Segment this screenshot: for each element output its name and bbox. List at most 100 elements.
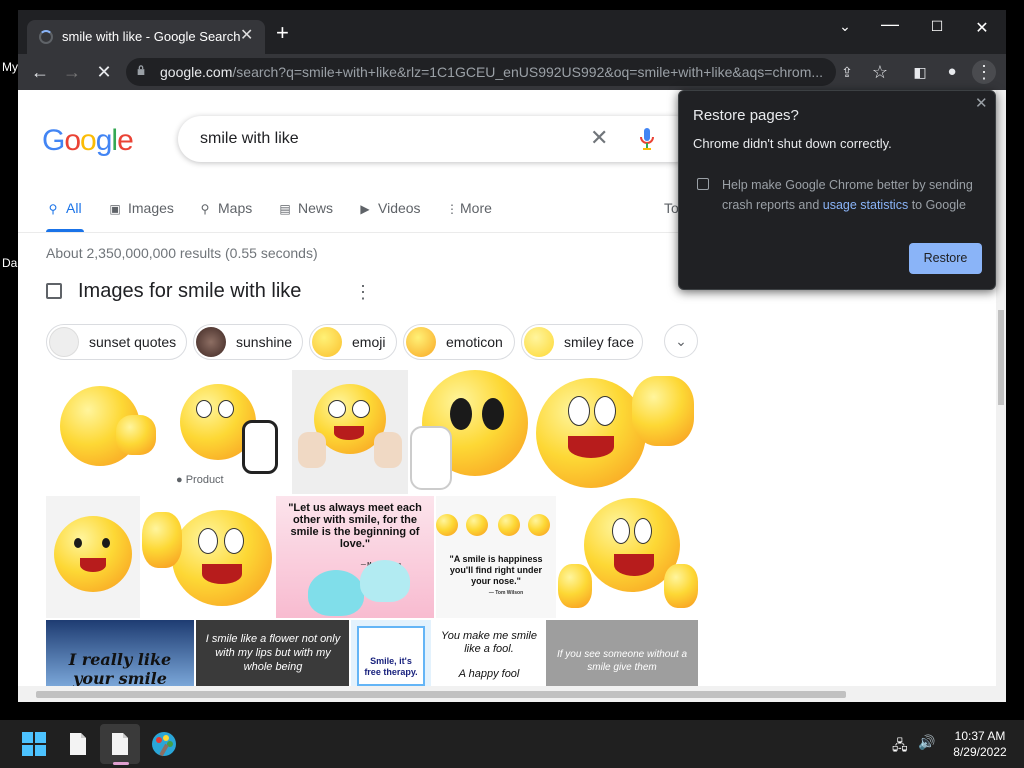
share-icon[interactable]: ⇪ [835, 60, 859, 84]
image-result[interactable]: "Let us always meet each other with smil… [276, 496, 434, 618]
chip-smiley-face[interactable]: smiley face [521, 324, 643, 360]
tab-videos[interactable]: ▶ Videos [358, 200, 420, 216]
images-heading-text[interactable]: Images for smile with like [78, 280, 301, 303]
start-windows-icon[interactable] [20, 730, 48, 758]
browser-toolbar: ← → ✕ google.com/search?q=smile+with+lik… [18, 54, 1006, 90]
quote-text: "Let us always meet each other with smil… [288, 502, 422, 550]
thumb-image [242, 420, 278, 474]
hand [374, 432, 402, 468]
chip-thumbnail [49, 327, 79, 357]
restore-button[interactable]: Restore [909, 243, 982, 274]
image-result[interactable]: If you see someone without a smile give … [546, 620, 698, 686]
maximize-button[interactable]: ☐ [925, 18, 949, 35]
eye [612, 518, 630, 544]
horizontal-scrollbar[interactable] [18, 686, 1006, 702]
image-result[interactable]: "A smile is happiness you'll find right … [436, 496, 556, 618]
crash-report-checkbox[interactable] [697, 178, 709, 190]
thumb-image [116, 415, 156, 455]
mouth [334, 426, 364, 440]
stop-loading-icon[interactable]: ✕ [92, 60, 116, 84]
tab-all[interactable]: ⚲ All [46, 200, 82, 216]
tab-tools[interactable]: To [664, 200, 679, 216]
tab-images[interactable]: ▣ Images [108, 200, 174, 216]
quote-text: You make me smile like a fool. [441, 630, 537, 655]
image-result[interactable] [532, 370, 698, 494]
minimize-button[interactable]: — [878, 14, 902, 35]
image-result[interactable] [142, 496, 274, 618]
heart-image [360, 560, 410, 602]
eye [594, 396, 616, 426]
chip-sunshine[interactable]: sunshine [193, 324, 303, 360]
usage-statistics-link[interactable]: usage statistics [823, 198, 908, 212]
browser-tab[interactable]: smile with like - Google Search ✕ [27, 20, 265, 54]
back-arrow-icon[interactable]: ← [28, 60, 52, 84]
image-result[interactable] [46, 496, 140, 618]
chip-sunset-quotes[interactable]: sunset quotes [46, 324, 187, 360]
mouth [614, 554, 654, 576]
system-clock[interactable]: 10:37 AM 8/29/2022 [940, 728, 1020, 760]
vertical-scrollbar[interactable] [996, 90, 1006, 686]
menu-kebab-icon[interactable]: ⋮ [972, 60, 996, 84]
tab-search-chevron-icon[interactable]: ⌄ [833, 18, 857, 35]
mouth [202, 564, 242, 584]
image-result[interactable]: I smile like a flower not only with my l… [196, 620, 349, 686]
restore-pages-dialog: Restore pages? ✕ Chrome didn't shut down… [678, 90, 996, 290]
address-bar[interactable]: google.com/search?q=smile+with+like&rlz=… [126, 58, 836, 86]
forward-arrow-icon[interactable]: → [60, 60, 84, 84]
image-result[interactable]: You make me smile like a fool. A happy f… [433, 620, 544, 686]
file-icon[interactable] [64, 730, 92, 758]
image-result[interactable] [558, 496, 698, 618]
quote-text: I smile like a flower not only with my l… [205, 633, 341, 673]
profile-icon[interactable]: ● [940, 60, 964, 84]
search-icon: ⚲ [48, 202, 58, 216]
image-result[interactable]: I really like your smile [46, 620, 194, 686]
tab-news[interactable]: ▤ News [278, 200, 333, 216]
dialog-message: Chrome didn't shut down correctly. [693, 136, 892, 151]
chevron-down-icon[interactable]: ⌄ [664, 324, 698, 358]
tab-maps[interactable]: ⚲ Maps [198, 200, 253, 216]
peace-hand [142, 512, 182, 568]
side-panel-icon[interactable]: ◧ [908, 60, 932, 84]
desktop-icon-label[interactable]: Da [2, 256, 17, 270]
eye [450, 398, 472, 430]
chip-emoticon[interactable]: emoticon [403, 324, 515, 360]
eye [102, 538, 110, 548]
more-options-icon[interactable]: ⋮ [354, 282, 372, 303]
scrollbar-thumb[interactable] [998, 310, 1004, 405]
new-tab-button[interactable]: + [276, 22, 289, 44]
network-icon[interactable]: 🖧 [892, 735, 908, 759]
chip-thumbnail [312, 327, 342, 357]
tab-title: smile with like - Google Search [62, 29, 241, 44]
desktop-icon-label[interactable]: My [2, 60, 18, 74]
image-result[interactable] [292, 370, 408, 494]
close-window-button[interactable]: ✕ [970, 18, 994, 38]
search-box[interactable]: smile with like ✕ [178, 116, 698, 162]
clear-search-icon[interactable]: ✕ [590, 125, 608, 151]
paint-app-icon[interactable] [150, 730, 178, 758]
smiley-image [436, 514, 458, 536]
image-result[interactable]: ● Product [46, 370, 290, 494]
close-icon[interactable]: ✕ [975, 94, 988, 112]
eye [74, 538, 82, 548]
chip-emoji[interactable]: emoji [309, 324, 397, 360]
microphone-icon[interactable] [640, 128, 654, 150]
crash-report-label: Help make Google Chrome better by sendin… [722, 178, 973, 212]
volume-icon[interactable]: 🔊 [918, 734, 935, 751]
search-input[interactable]: smile with like [200, 130, 299, 148]
scrollbar-thumb[interactable] [36, 691, 846, 698]
quote-text: Smile, it's free therapy. [364, 656, 418, 677]
eye [224, 528, 244, 554]
tab-close-icon[interactable]: ✕ [240, 27, 253, 45]
file-icon[interactable] [106, 730, 134, 758]
google-logo[interactable]: Google [42, 124, 134, 158]
image-result[interactable]: Smile, it's free therapy. [351, 620, 431, 686]
clock-date: 8/29/2022 [953, 745, 1007, 759]
bookmark-star-icon[interactable]: ☆ [868, 60, 892, 84]
thumb-image [664, 564, 698, 608]
image-result[interactable] [410, 370, 530, 494]
mouth [568, 436, 614, 458]
quote-text: I really like your smile [68, 650, 172, 686]
smiley-image [466, 514, 488, 536]
tab-more[interactable]: ⋮ More [446, 200, 492, 216]
image-icon: ▣ [109, 202, 121, 216]
